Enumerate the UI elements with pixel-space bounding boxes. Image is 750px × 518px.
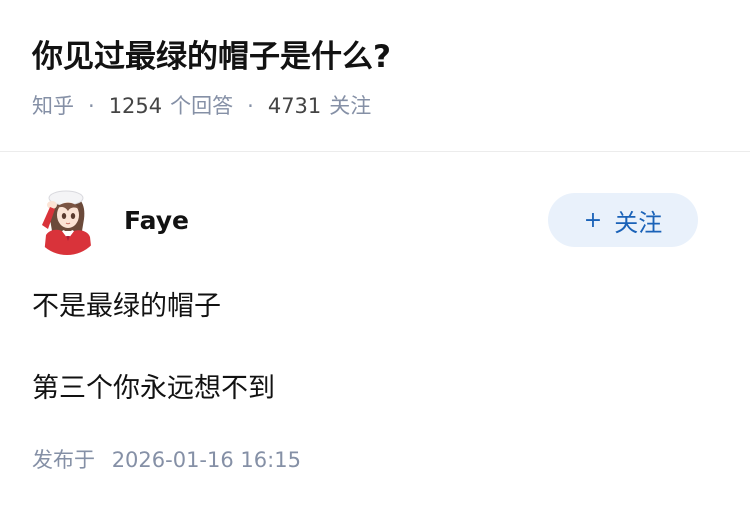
answer-body[interactable]: 不是最绿的帽子 第三个你永远想不到 [32,286,718,410]
divider [0,151,750,152]
question-title[interactable]: 你见过最绿的帽子是什么? [32,34,718,80]
author-name[interactable]: Faye [124,206,189,235]
publish-info: 发布于 2026-01-16 16:15 [32,444,718,474]
follower-count-label: 关注 [329,94,372,118]
question-header: 你见过最绿的帽子是什么? 知乎 · 1254 个回答 · 4731 关注 [0,0,750,118]
question-meta: 知乎 · 1254 个回答 · 4731 关注 [32,90,718,122]
author-row: Faye + 关注 [32,182,718,258]
answer-card: Faye + 关注 不是最绿的帽子 第三个你永远想不到 发布于 2026-01-… [32,182,718,474]
answer-paragraph: 不是最绿的帽子 [32,291,221,322]
separator-dot: · [88,94,95,118]
answer-count: 1254 [108,94,163,118]
follower-count: 4731 [267,94,322,118]
follow-button-label: 关注 [614,208,663,237]
follow-button[interactable]: + 关注 [548,193,698,247]
source-label[interactable]: 知乎 [32,90,74,122]
publish-label: 发布于 [32,448,95,472]
answer-paragraph: 第三个你永远想不到 [32,373,275,404]
answer-count-label: 个回答 [170,94,234,118]
author-avatar[interactable] [32,185,102,255]
anime-girl-avatar-icon [32,185,102,255]
publish-time: 2026-01-16 16:15 [111,448,301,472]
plus-icon: + [583,207,603,233]
separator-dot: · [247,94,254,118]
